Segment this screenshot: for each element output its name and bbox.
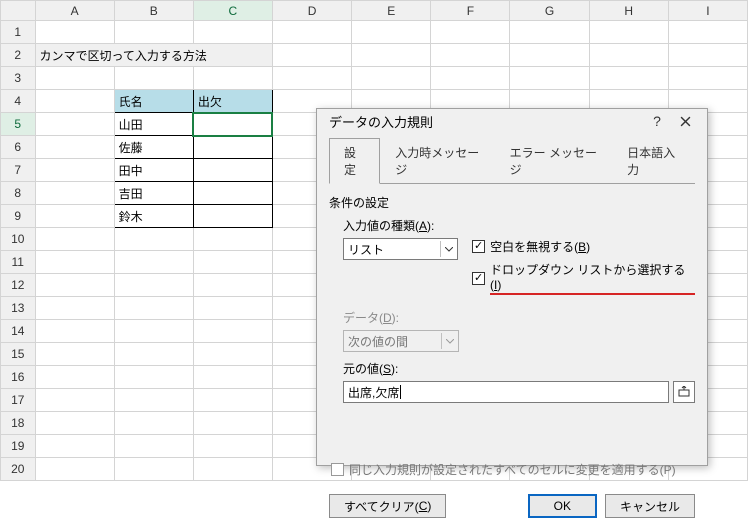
row-header[interactable]: 14 <box>1 320 36 343</box>
row-header[interactable]: 16 <box>1 366 36 389</box>
source-label: 元の値(S): <box>343 360 695 377</box>
chevron-down-icon <box>440 241 456 257</box>
dialog-titlebar[interactable]: データの入力規則 ? <box>317 109 707 133</box>
table-cell[interactable] <box>193 182 272 205</box>
row-header[interactable]: 15 <box>1 343 36 366</box>
tab-ime[interactable]: 日本語入力 <box>612 138 695 184</box>
row-header[interactable]: 5 <box>1 113 36 136</box>
chevron-down-icon <box>441 333 457 349</box>
table-cell[interactable] <box>193 205 272 228</box>
close-icon <box>680 116 691 127</box>
allow-select[interactable]: リスト <box>343 238 458 260</box>
allow-label: 入力値の種類(A): <box>343 217 695 234</box>
text-cursor <box>400 385 401 399</box>
table-row[interactable]: 田中 <box>114 159 193 182</box>
checkbox-checked-icon: ✓ <box>472 272 485 285</box>
row-header[interactable]: 3 <box>1 67 36 90</box>
row-header[interactable]: 17 <box>1 389 36 412</box>
apply-label: 同じ入力規則が設定されたすべてのセルに変更を適用する(P) <box>349 461 676 478</box>
row-header[interactable]: 11 <box>1 251 36 274</box>
table-header-attend[interactable]: 出欠 <box>193 90 272 113</box>
table-row[interactable]: 吉田 <box>114 182 193 205</box>
col-header[interactable]: G <box>510 1 589 21</box>
section-criteria: 条件の設定 <box>329 194 695 211</box>
clear-all-button[interactable]: すべてクリア(C) <box>329 494 446 518</box>
tab-error-alert[interactable]: エラー メッセージ <box>495 138 612 184</box>
table-cell[interactable] <box>193 136 272 159</box>
row-header[interactable]: 19 <box>1 435 36 458</box>
col-header[interactable]: A <box>35 1 114 21</box>
col-header[interactable]: F <box>431 1 510 21</box>
range-selector-button[interactable] <box>673 381 695 403</box>
active-cell[interactable] <box>193 113 272 136</box>
data-validation-dialog: データの入力規則 ? 設定 入力時メッセージ エラー メッセージ 日本語入力 条… <box>316 108 708 466</box>
col-header[interactable]: E <box>352 1 431 21</box>
row-header[interactable]: 8 <box>1 182 36 205</box>
cancel-button[interactable]: キャンセル <box>605 494 695 518</box>
row-header[interactable]: 12 <box>1 274 36 297</box>
tab-settings[interactable]: 設定 <box>329 138 380 184</box>
row-header[interactable]: 2 <box>1 44 36 67</box>
ok-button[interactable]: OK <box>528 494 597 518</box>
collapse-dialog-icon <box>678 386 690 398</box>
ignore-blank-checkbox[interactable]: ✓ 空白を無視する(B) <box>472 238 695 255</box>
row-header[interactable]: 6 <box>1 136 36 159</box>
in-cell-dropdown-checkbox[interactable]: ✓ ドロップダウン リストから選択する(I) <box>472 261 695 295</box>
row-header[interactable]: 1 <box>1 21 36 44</box>
row-header[interactable]: 13 <box>1 297 36 320</box>
source-value: 出席,欠席 <box>348 384 399 401</box>
data-value: 次の値の間 <box>348 333 408 350</box>
col-header[interactable]: C <box>193 1 272 21</box>
col-header[interactable]: D <box>272 1 351 21</box>
data-select: 次の値の間 <box>343 330 459 352</box>
apply-to-same-checkbox: 同じ入力規則が設定されたすべてのセルに変更を適用する(P) <box>331 461 695 478</box>
table-header-name[interactable]: 氏名 <box>114 90 193 113</box>
table-row[interactable]: 佐藤 <box>114 136 193 159</box>
row-header[interactable]: 18 <box>1 412 36 435</box>
row-header[interactable]: 4 <box>1 90 36 113</box>
row-header[interactable]: 9 <box>1 205 36 228</box>
dialog-tabs: 設定 入力時メッセージ エラー メッセージ 日本語入力 <box>329 137 695 184</box>
row-header[interactable]: 10 <box>1 228 36 251</box>
row-header[interactable]: 20 <box>1 458 36 481</box>
col-header[interactable]: H <box>589 1 668 21</box>
checkbox-checked-icon: ✓ <box>472 240 485 253</box>
table-cell[interactable] <box>193 159 272 182</box>
ignore-blank-label: 空白を無視する(B) <box>490 238 590 255</box>
dialog-title: データの入力規則 <box>329 112 433 131</box>
title-cell[interactable]: カンマで区切って入力する方法 <box>35 44 272 67</box>
corner-cell[interactable] <box>1 1 36 21</box>
help-button[interactable]: ? <box>643 109 671 133</box>
in-cell-dropdown-label: ドロップダウン リストから選択する(I) <box>490 261 695 295</box>
source-input[interactable]: 出席,欠席 <box>343 381 669 403</box>
table-row[interactable]: 山田 <box>114 113 193 136</box>
close-button[interactable] <box>671 109 699 133</box>
allow-value: リスト <box>348 241 384 258</box>
row-header[interactable]: 7 <box>1 159 36 182</box>
tab-input-message[interactable]: 入力時メッセージ <box>380 138 494 184</box>
data-label: データ(D): <box>343 309 695 326</box>
checkbox-unchecked-icon <box>331 463 344 476</box>
table-row[interactable]: 鈴木 <box>114 205 193 228</box>
col-header[interactable]: B <box>114 1 193 21</box>
col-header[interactable]: I <box>668 1 747 21</box>
